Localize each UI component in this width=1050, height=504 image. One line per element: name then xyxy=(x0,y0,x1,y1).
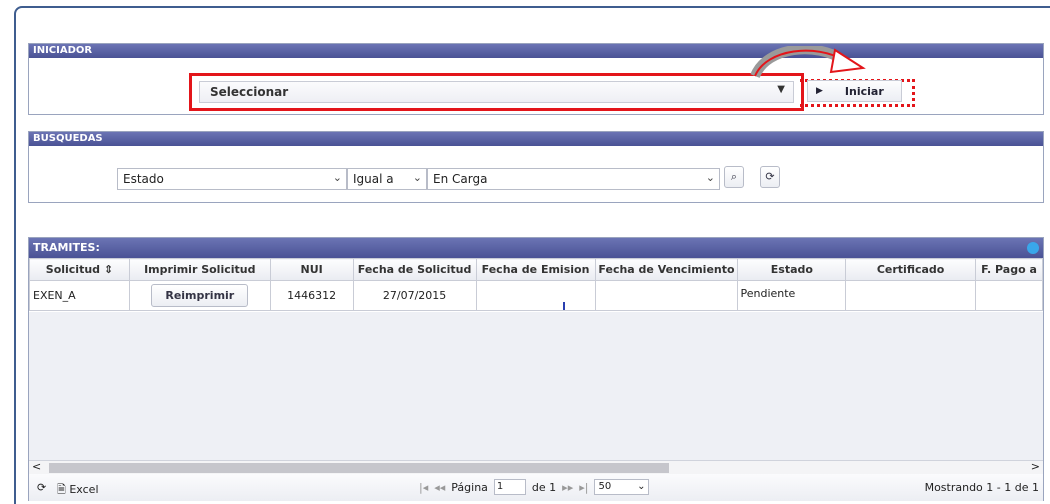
busquedas-panel: BUSQUEDAS xyxy=(28,131,1044,203)
column-header-certificado[interactable]: Certificado xyxy=(845,258,976,281)
cell-fecha-vencimiento xyxy=(594,280,739,311)
pager-nav: |◂ ◂◂ Página 1 de 1 ▸▸ ▸| 50 ⌄ xyxy=(419,479,650,495)
collapse-icon[interactable] xyxy=(1027,242,1039,254)
cell-certificado xyxy=(845,280,976,311)
column-header-imprimir[interactable]: Imprimir Solicitud xyxy=(128,258,271,281)
cell-f-pago xyxy=(974,280,1044,311)
search-icon: ⌕ xyxy=(730,170,738,183)
column-header-f-pago[interactable]: F. Pago a xyxy=(974,258,1044,281)
tramites-title: TRAMITES: xyxy=(33,241,100,254)
scroll-thumb[interactable] xyxy=(49,463,669,473)
column-header-solicitud[interactable]: Solicitud ⇕ xyxy=(29,258,130,281)
cell-solicitud: EXEN_A xyxy=(29,280,130,311)
reprint-button[interactable]: Reimprimir xyxy=(151,284,249,307)
scroll-left-icon[interactable]: < xyxy=(32,460,41,473)
rows-per-page-select[interactable]: 50 ⌄ xyxy=(594,479,650,495)
prev-page-icon[interactable]: ◂◂ xyxy=(434,481,445,494)
process-select[interactable]: Seleccionar ▼ xyxy=(199,81,794,103)
busquedas-header: BUSQUEDAS xyxy=(29,132,1043,146)
filter-operator-select[interactable]: Igual a ⌄ xyxy=(347,168,427,190)
page-label: Página xyxy=(451,480,488,494)
tramites-panel: TRAMITES: Solicitud ⇕ Imprimir Solicitud… xyxy=(28,237,1044,501)
process-select-value: Seleccionar xyxy=(210,85,289,99)
column-header-fecha-solicitud[interactable]: Fecha de Solicitud xyxy=(352,258,477,281)
curved-arrow-icon xyxy=(750,46,866,79)
cell-estado: Pendiente xyxy=(737,280,847,311)
chevron-down-icon: ⌄ xyxy=(332,171,342,184)
cell-nui: 1446312 xyxy=(269,280,354,311)
column-header-fecha-emision[interactable]: Fecha de Emision xyxy=(475,258,596,281)
scroll-right-icon[interactable]: > xyxy=(1031,460,1040,473)
tramites-header: TRAMITES: xyxy=(29,238,1043,258)
column-header-estado[interactable]: Estado xyxy=(737,258,847,281)
filter-field-select[interactable]: Estado ⌄ xyxy=(117,168,347,190)
next-page-icon[interactable]: ▸▸ xyxy=(562,481,573,494)
table-row[interactable]: EXEN_A Reimprimir 1446312 27/07/2015 Pen… xyxy=(29,280,1044,311)
filter-operator-value: Igual a xyxy=(353,172,394,186)
pager-bar: ⟳ 🗎 Excel |◂ ◂◂ Página 1 de 1 ▸▸ ▸| 50 ⌄… xyxy=(29,474,1043,501)
cell-imprimir: Reimprimir xyxy=(128,280,271,311)
column-header-fecha-vencimiento[interactable]: Fecha de Vencimiento xyxy=(594,258,739,281)
search-button[interactable]: ⌕ xyxy=(724,166,744,188)
document-icon: 🗎 xyxy=(57,483,66,496)
cell-fecha-emision xyxy=(475,280,596,311)
chevron-down-icon: ⌄ xyxy=(637,481,646,492)
chevron-down-icon: ⌄ xyxy=(705,171,715,184)
grid-empty-area xyxy=(29,312,1043,460)
page-total: de 1 xyxy=(531,480,557,494)
cell-fecha-solicitud: 27/07/2015 xyxy=(352,280,477,311)
text-cursor xyxy=(562,302,565,310)
filter-value-text: En Carga xyxy=(433,172,488,186)
tramites-table: Solicitud ⇕ Imprimir Solicitud NUI Fecha… xyxy=(29,258,1044,311)
refresh-icon: ⟳ xyxy=(765,170,775,183)
column-header-nui[interactable]: NUI xyxy=(269,258,354,281)
first-page-icon[interactable]: |◂ xyxy=(419,481,428,494)
reset-filter-button[interactable]: ⟳ xyxy=(760,166,780,188)
export-excel-button[interactable]: 🗎 Excel xyxy=(57,481,99,500)
excel-label: Excel xyxy=(69,483,99,496)
page-input[interactable]: 1 xyxy=(493,479,526,495)
chevron-down-icon: ⌄ xyxy=(412,171,422,184)
filter-field-value: Estado xyxy=(123,172,164,186)
filter-value-select[interactable]: En Carga ⌄ xyxy=(427,168,720,190)
process-select-highlight: Seleccionar ▼ xyxy=(189,73,804,111)
last-page-icon[interactable]: ▸| xyxy=(579,481,588,494)
refresh-icon[interactable]: ⟳ xyxy=(37,481,46,494)
table-header-row: Solicitud ⇕ Imprimir Solicitud NUI Fecha… xyxy=(29,258,1044,281)
rows-per-page-value: 50 xyxy=(598,481,612,492)
records-status: Mostrando 1 - 1 de 1 xyxy=(924,481,1039,494)
iniciador-panel: INICIADOR Seleccionar ▼ ▶ Iniciar xyxy=(28,43,1044,115)
horizontal-scrollbar[interactable]: < > xyxy=(29,460,1043,474)
